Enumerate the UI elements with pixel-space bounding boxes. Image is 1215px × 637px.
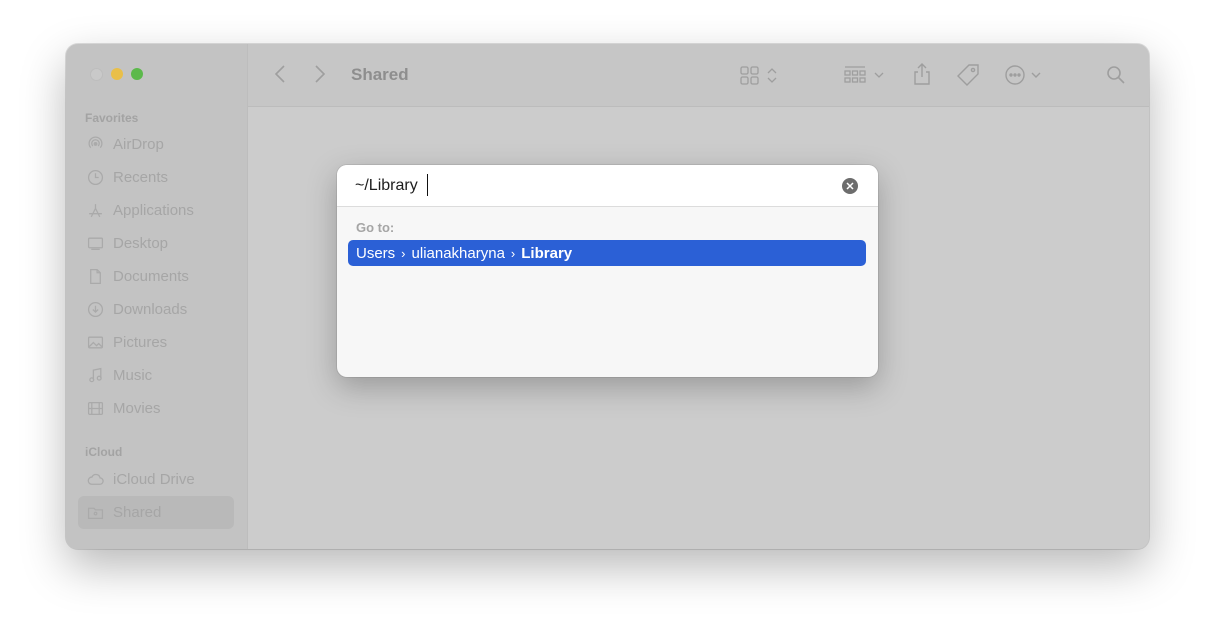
suggestion-row-selected[interactable]: Users › ulianakharyna › Library <box>348 240 866 266</box>
share-icon <box>914 63 930 85</box>
tags-button[interactable] <box>956 63 980 87</box>
sidebar-item-desktop[interactable]: Desktop <box>78 227 234 260</box>
sidebar-item-label: AirDrop <box>113 136 164 153</box>
view-mode-button[interactable] <box>740 65 780 85</box>
sidebar-item-documents[interactable]: Documents <box>78 260 234 293</box>
shared-folder-icon <box>87 504 104 521</box>
zoom-button[interactable] <box>131 68 143 80</box>
more-actions-button[interactable] <box>1004 64 1046 86</box>
desktop-icon <box>87 235 104 252</box>
sidebar-item-pictures[interactable]: Pictures <box>78 326 234 359</box>
movies-icon <box>87 400 104 417</box>
traffic-lights <box>90 68 143 81</box>
go-to-label: Go to: <box>356 220 395 235</box>
group-button[interactable] <box>844 65 888 85</box>
clock-icon <box>87 169 104 186</box>
sidebar-item-label: Applications <box>113 202 194 219</box>
sidebar-item-recents[interactable]: Recents <box>78 161 234 194</box>
sidebar-item-label: Movies <box>113 400 161 417</box>
path-field-row <box>337 165 878 207</box>
sidebar: Favorites AirDrop Recents Applications D… <box>66 44 248 549</box>
text-caret <box>427 174 428 196</box>
path-segment-current: Library <box>521 244 573 262</box>
sidebar-item-airdrop[interactable]: AirDrop <box>78 128 234 161</box>
toolbar: Shared <box>248 44 1149 107</box>
path-segment: ulianakharyna <box>411 244 505 262</box>
search-icon <box>1107 66 1125 84</box>
document-icon <box>87 268 104 285</box>
sidebar-section-favorites: Favorites <box>85 111 139 125</box>
chevron-left-icon <box>274 65 285 83</box>
sidebar-item-applications[interactable]: Applications <box>78 194 234 227</box>
tag-icon <box>957 64 979 86</box>
group-icon <box>844 66 884 83</box>
sidebar-item-label: Pictures <box>113 334 168 351</box>
chevron-right-icon <box>315 65 326 83</box>
airdrop-icon <box>87 136 104 153</box>
sidebar-item-label: Music <box>113 367 153 384</box>
sidebar-item-music[interactable]: Music <box>78 359 234 392</box>
sidebar-item-label: iCloud Drive <box>113 471 195 488</box>
applications-icon <box>87 202 104 219</box>
pictures-icon <box>87 334 104 351</box>
close-icon <box>846 182 854 190</box>
path-segment: Users <box>356 244 396 262</box>
sidebar-item-movies[interactable]: Movies <box>78 392 234 425</box>
clear-button[interactable] <box>842 178 858 194</box>
path-input[interactable] <box>355 175 825 197</box>
sidebar-item-label: Desktop <box>113 235 169 252</box>
sidebar-item-label: Recents <box>113 169 169 186</box>
ellipsis-circle-icon <box>1005 65 1041 85</box>
go-to-folder-dialog: Go to: Users › ulianakharyna › Library <box>337 165 878 377</box>
sidebar-item-downloads[interactable]: Downloads <box>78 293 234 326</box>
sidebar-item-label: Documents <box>113 268 189 285</box>
close-button[interactable] <box>90 68 103 81</box>
sidebar-item-label: Downloads <box>113 301 188 318</box>
grid-view-icon <box>740 66 777 85</box>
chevron-right-icon: › <box>510 245 516 261</box>
sidebar-item-label: Shared <box>113 504 162 521</box>
minimize-button[interactable] <box>111 68 123 80</box>
sidebar-section-icloud: iCloud <box>85 445 123 459</box>
search-button[interactable] <box>1106 65 1126 85</box>
sidebar-item-icloud-drive[interactable]: iCloud Drive <box>78 463 234 496</box>
download-icon <box>87 301 104 318</box>
share-button[interactable] <box>912 62 932 86</box>
sidebar-item-shared[interactable]: Shared <box>78 496 234 529</box>
chevron-right-icon: › <box>401 245 406 261</box>
back-button[interactable] <box>274 64 286 84</box>
music-icon <box>87 367 104 384</box>
window-title: Shared <box>351 65 409 84</box>
forward-button[interactable] <box>314 64 326 84</box>
cloud-icon <box>87 471 104 488</box>
